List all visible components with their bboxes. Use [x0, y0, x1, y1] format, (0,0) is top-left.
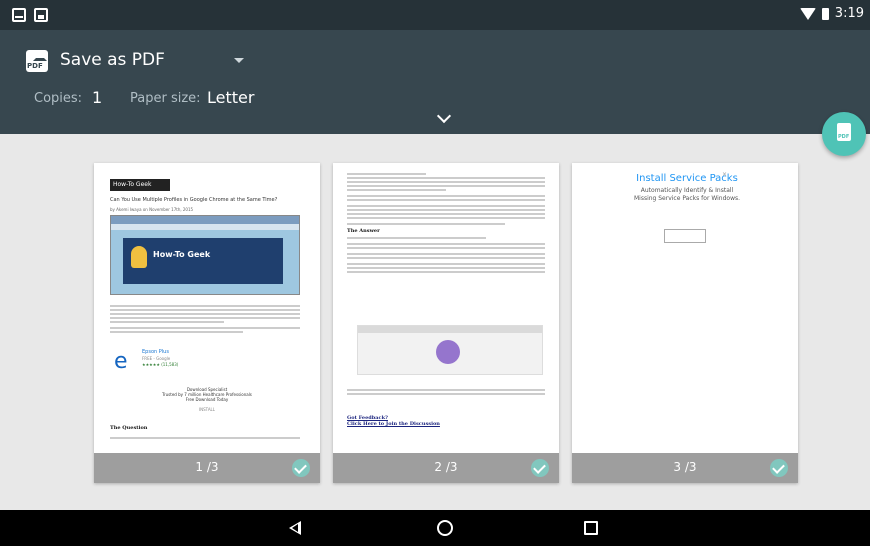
ad-subtitle: FREE - Google: [142, 356, 171, 361]
page-selected-check-icon[interactable]: [531, 459, 549, 477]
page-selected-check-icon[interactable]: [292, 459, 310, 477]
home-circle-icon[interactable]: [437, 520, 453, 536]
discussion-link: Click Here to Join the Discussion: [347, 421, 440, 427]
page-2-text: The Answer: [347, 171, 545, 275]
destination-dropdown[interactable]: Save as PDF: [60, 50, 165, 70]
profile-screenshot: [357, 325, 543, 375]
copies-label: Copies:: [34, 91, 83, 106]
page-preview-3[interactable]: Install Service Packs Automatically Iden…: [572, 163, 798, 483]
navigation-bar: [0, 510, 870, 546]
pdf-download-icon: PDF: [837, 123, 851, 141]
page-footer: 2 /3: [333, 453, 559, 483]
avatar: [436, 340, 460, 364]
question-body: [110, 435, 300, 441]
ad-logo-icon: e: [114, 349, 128, 374]
dropdown-caret-icon[interactable]: [234, 58, 244, 63]
ad-description: Automatically Identify & Install Missing…: [633, 187, 741, 202]
image-icon: [34, 8, 48, 22]
paper-size-value[interactable]: Letter: [207, 88, 254, 107]
ad-line-3: Free Download Today: [185, 397, 229, 402]
ad-button: [664, 229, 706, 243]
geek-mascot-icon: [131, 246, 147, 268]
expand-options-chevron-icon[interactable]: [436, 108, 452, 124]
ad-title: Epson Plus: [142, 349, 169, 355]
wifi-icon: [799, 7, 816, 20]
ad-block: e Epson Plus FREE - Google ★★★★★ (11,583…: [110, 349, 300, 389]
battery-icon: [821, 7, 829, 20]
article-screenshot: How-To Geek: [110, 215, 300, 295]
page-number: 2 /3: [434, 460, 458, 474]
page-preview-1[interactable]: How-To Geek Can You Use Multiple Profile…: [94, 163, 320, 483]
banner-text: How-To Geek: [153, 250, 211, 259]
section-heading: The Question: [110, 425, 148, 431]
page-number: 3 /3: [673, 460, 697, 474]
status-bar: 3:19: [0, 0, 870, 30]
article-byline: by Akemi Iwaya on November 17th, 2015: [110, 207, 194, 212]
page-2-footer-text: [347, 387, 545, 397]
ad-install-label: INSTALL: [198, 407, 216, 412]
article-title: Can You Use Multiple Profiles in Google …: [110, 197, 278, 203]
ad-text: Download Specialist Trusted by 7 million…: [114, 387, 300, 402]
pdf-download-icon: PDF: [26, 50, 48, 72]
print-options-header: PDF Save as PDF Copies: 1 Paper size: Le…: [0, 30, 870, 134]
recents-square-icon[interactable]: [584, 521, 598, 535]
ad-close-icon: ×: [722, 171, 728, 178]
page-number: 1 /3: [195, 460, 219, 474]
back-triangle-icon[interactable]: [289, 521, 301, 535]
copies-value[interactable]: 1: [92, 88, 102, 107]
page-footer: 3 /3: [572, 453, 798, 483]
save-pdf-fab-button[interactable]: PDF: [822, 112, 866, 156]
page-footer: 1 /3: [94, 453, 320, 483]
answer-heading: The Answer: [347, 228, 380, 234]
paper-size-label: Paper size:: [130, 91, 201, 106]
page-selected-check-icon[interactable]: [770, 459, 788, 477]
ad-rating: ★★★★★ (11,583): [142, 362, 179, 367]
article-body: [110, 303, 300, 335]
gmail-icon: [12, 8, 26, 22]
page-preview-2[interactable]: The Answer Got Feedback? Click Here to J…: [333, 163, 559, 483]
site-logo: How-To Geek: [110, 179, 170, 191]
clock: 3:19: [834, 6, 864, 21]
